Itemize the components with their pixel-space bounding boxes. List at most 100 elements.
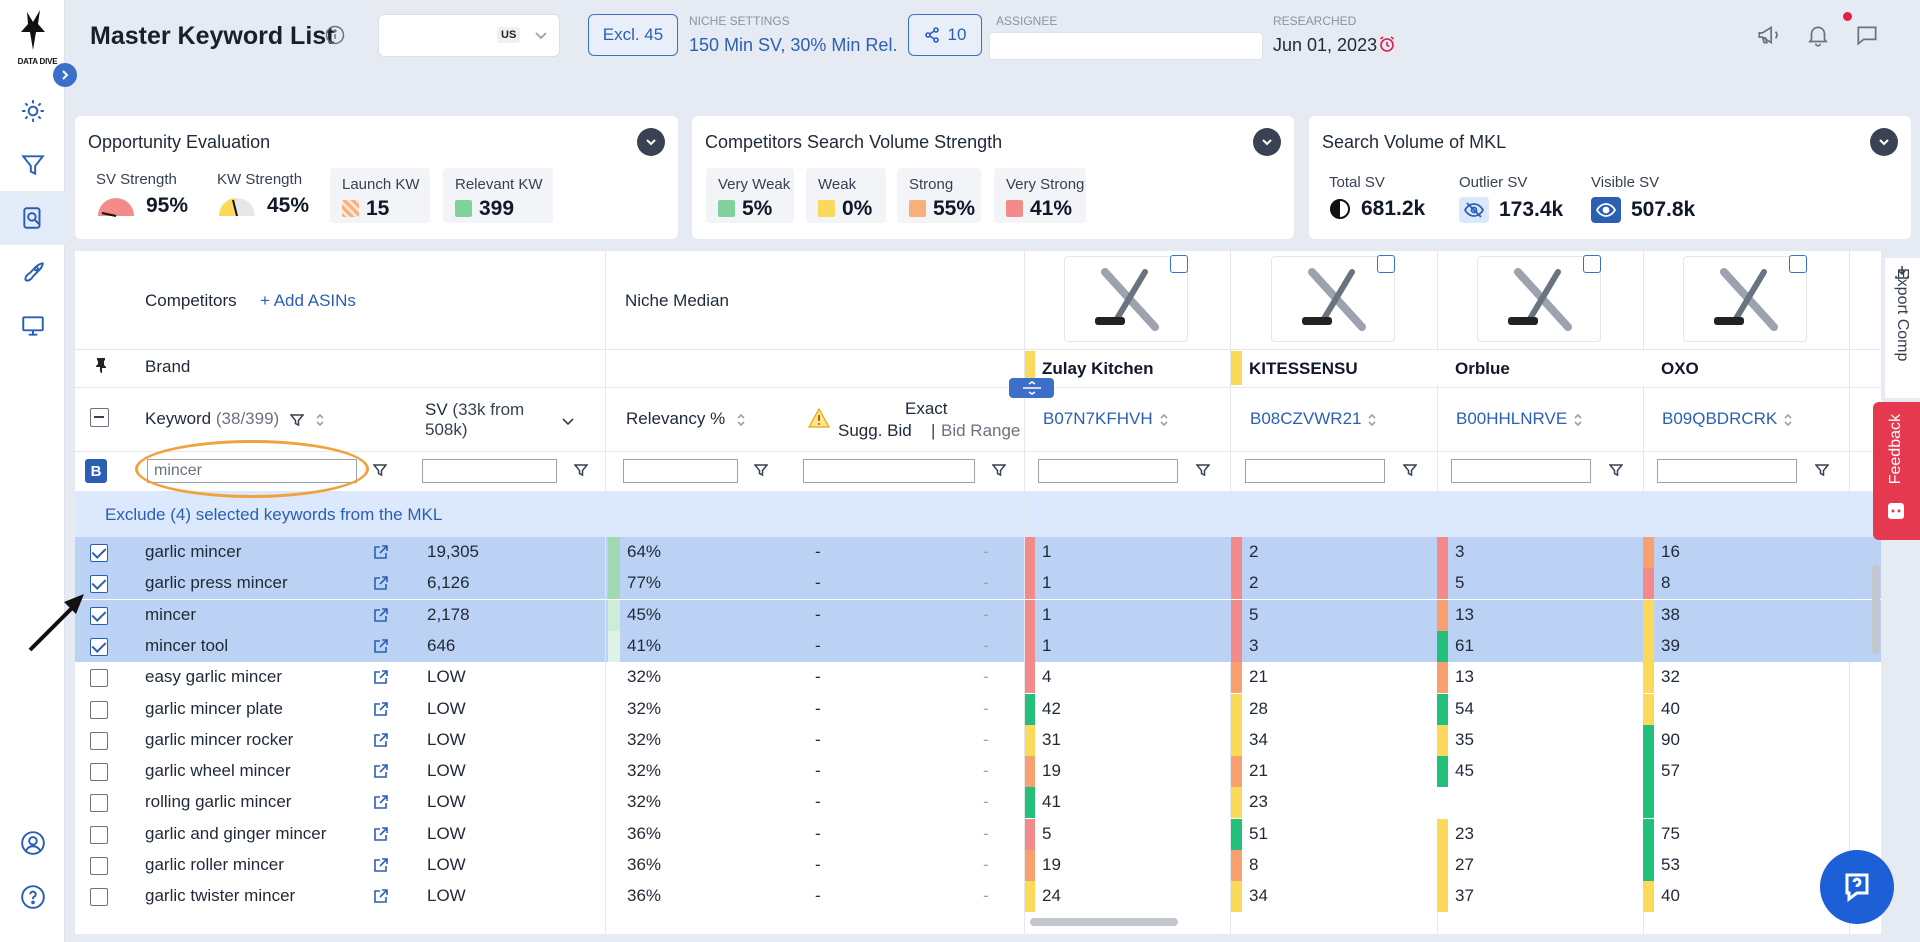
lightbulb-icon[interactable] bbox=[0, 84, 65, 138]
filter-icon[interactable] bbox=[1815, 463, 1829, 477]
chevron-down-icon[interactable] bbox=[533, 27, 549, 43]
table-row[interactable]: garlic mincer rocker LOW 32% - - 31 34 35 90 bbox=[75, 724, 1881, 756]
table-row[interactable]: garlic and ginger mincer LOW 36% - - 5 51 23 75 bbox=[75, 818, 1881, 850]
excluded-keywords-button[interactable]: Excl. 45 bbox=[588, 14, 678, 56]
filter-icon[interactable] bbox=[992, 463, 1006, 477]
info-icon[interactable] bbox=[325, 25, 345, 45]
table-row[interactable]: garlic roller mincer LOW 36% - - 19 8 27 53 bbox=[75, 850, 1881, 881]
share-button[interactable]: 10 bbox=[908, 14, 982, 56]
competitor-checkbox[interactable] bbox=[1789, 255, 1807, 273]
table-row[interactable]: garlic mincer 19,305 64% - - 1 2 3 16 bbox=[75, 537, 1881, 568]
collapse-icon[interactable] bbox=[1253, 128, 1281, 156]
filter-icon[interactable] bbox=[574, 463, 588, 477]
external-link-icon[interactable] bbox=[373, 544, 389, 560]
sort-icon[interactable] bbox=[1159, 412, 1169, 428]
table-row[interactable]: garlic twister mincer LOW 36% - - 24 34 37 40 bbox=[75, 881, 1881, 913]
horizontal-scrollbar[interactable] bbox=[1030, 918, 1178, 926]
sort-icon[interactable] bbox=[736, 412, 746, 428]
external-link-icon[interactable] bbox=[373, 763, 389, 779]
row-checkbox[interactable] bbox=[90, 669, 108, 688]
chevron-down-icon[interactable] bbox=[560, 413, 576, 429]
eye-icon[interactable] bbox=[1591, 197, 1621, 223]
asin-filter-input[interactable] bbox=[1038, 459, 1178, 483]
external-link-icon[interactable] bbox=[373, 701, 389, 717]
row-checkbox[interactable] bbox=[90, 606, 108, 625]
keyword-column-header[interactable]: Keyword (38/399) bbox=[145, 409, 325, 429]
filter-icon[interactable] bbox=[373, 463, 387, 477]
sort-icon[interactable] bbox=[1367, 412, 1377, 428]
filter-icon[interactable] bbox=[1609, 463, 1623, 477]
table-row[interactable]: garlic press mincer 6,126 77% - - 1 2 5 8 bbox=[75, 568, 1881, 600]
row-checkbox[interactable] bbox=[90, 731, 108, 750]
external-link-icon[interactable] bbox=[373, 888, 389, 904]
competitor-checkbox[interactable] bbox=[1170, 255, 1188, 273]
sv-filter-input[interactable] bbox=[422, 459, 557, 483]
table-row[interactable]: garlic mincer plate LOW 32% - - 42 28 54 40 bbox=[75, 693, 1881, 725]
external-link-icon[interactable] bbox=[373, 575, 389, 591]
bell-icon[interactable] bbox=[1805, 22, 1831, 48]
asin-column-header[interactable]: B00HHLNRVE bbox=[1456, 409, 1583, 429]
table-row[interactable]: easy garlic mincer LOW 32% - - 4 21 13 32 bbox=[75, 662, 1881, 694]
warning-icon[interactable] bbox=[808, 408, 830, 428]
data-dive-logo[interactable]: DATA DIVE bbox=[5, 8, 60, 66]
table-row[interactable]: mincer 2,178 45% - - 1 5 13 38 bbox=[75, 599, 1881, 631]
select-all-checkbox[interactable] bbox=[90, 408, 109, 427]
resize-handle[interactable] bbox=[1009, 378, 1054, 398]
alarm-clock-icon[interactable] bbox=[1378, 35, 1396, 53]
sort-icon[interactable] bbox=[315, 412, 325, 428]
search-doc-icon[interactable] bbox=[0, 191, 65, 245]
row-checkbox[interactable] bbox=[90, 575, 108, 594]
table-row[interactable]: garlic wheel mincer LOW 32% - - 19 21 45 57 bbox=[75, 756, 1881, 788]
asin-column-header[interactable]: B07N7KFHVH bbox=[1043, 409, 1169, 429]
filter-icon[interactable] bbox=[1196, 463, 1210, 477]
bid-filter-input[interactable] bbox=[803, 459, 975, 483]
external-link-icon[interactable] bbox=[373, 826, 389, 842]
exclude-selected-bar[interactable]: Exclude (4) selected keywords from the M… bbox=[75, 491, 1881, 537]
row-checkbox[interactable] bbox=[90, 888, 108, 907]
help-chat-bubble[interactable] bbox=[1820, 850, 1894, 924]
table-row[interactable]: mincer tool 646 41% - - 1 3 61 39 bbox=[75, 630, 1881, 662]
asin-column-header[interactable]: B08CZVWR21 bbox=[1250, 409, 1377, 429]
row-checkbox[interactable] bbox=[90, 825, 108, 844]
pin-icon[interactable] bbox=[94, 357, 108, 373]
funnel-icon[interactable] bbox=[0, 138, 65, 192]
sort-icon[interactable] bbox=[1783, 412, 1793, 428]
row-checkbox[interactable] bbox=[90, 763, 108, 782]
asin-column-header[interactable]: B09QBDRCRK bbox=[1662, 409, 1793, 429]
external-link-icon[interactable] bbox=[373, 857, 389, 873]
row-checkbox[interactable] bbox=[90, 794, 108, 813]
chat-icon[interactable] bbox=[1854, 22, 1880, 48]
filter-icon[interactable] bbox=[754, 463, 768, 477]
external-link-icon[interactable] bbox=[373, 669, 389, 685]
rocket-icon[interactable] bbox=[0, 245, 65, 299]
help-icon[interactable] bbox=[0, 870, 65, 924]
exclude-selected-link[interactable]: Exclude (4) selected keywords from the M… bbox=[105, 505, 442, 525]
relevancy-filter-input[interactable] bbox=[623, 459, 738, 483]
row-checkbox[interactable] bbox=[90, 857, 108, 875]
sidebar-expand-button[interactable] bbox=[53, 63, 77, 87]
monitor-icon[interactable] bbox=[0, 299, 65, 353]
vertical-scrollbar[interactable] bbox=[1872, 564, 1880, 654]
user-icon[interactable] bbox=[0, 816, 65, 870]
collapse-icon[interactable] bbox=[637, 128, 665, 156]
row-checkbox[interactable] bbox=[90, 700, 108, 719]
external-link-icon[interactable] bbox=[373, 638, 389, 654]
row-checkbox[interactable] bbox=[90, 637, 108, 656]
asin-filter-input[interactable] bbox=[1451, 459, 1591, 483]
sort-icon[interactable] bbox=[1573, 412, 1583, 428]
asin-filter-input[interactable] bbox=[1245, 459, 1385, 483]
external-link-icon[interactable] bbox=[373, 732, 389, 748]
competitor-checkbox[interactable] bbox=[1377, 255, 1395, 273]
collapse-icon[interactable] bbox=[1870, 128, 1898, 156]
row-checkbox[interactable] bbox=[90, 544, 108, 562]
relevancy-column-header[interactable]: Relevancy % bbox=[626, 409, 746, 429]
asin-filter-input[interactable] bbox=[1657, 459, 1797, 483]
competitor-checkbox[interactable] bbox=[1583, 255, 1601, 273]
table-row[interactable]: rolling garlic mincer LOW 32% - - 41 23 bbox=[75, 787, 1881, 819]
filter-icon[interactable] bbox=[1403, 463, 1417, 477]
external-link-icon[interactable] bbox=[373, 794, 389, 810]
assignee-input[interactable] bbox=[989, 32, 1263, 60]
niche-settings-link[interactable]: 150 Min SV, 30% Min Rel. bbox=[689, 35, 897, 56]
add-asins-link[interactable]: + Add ASINs bbox=[260, 291, 356, 311]
eye-off-icon[interactable] bbox=[1459, 197, 1489, 223]
